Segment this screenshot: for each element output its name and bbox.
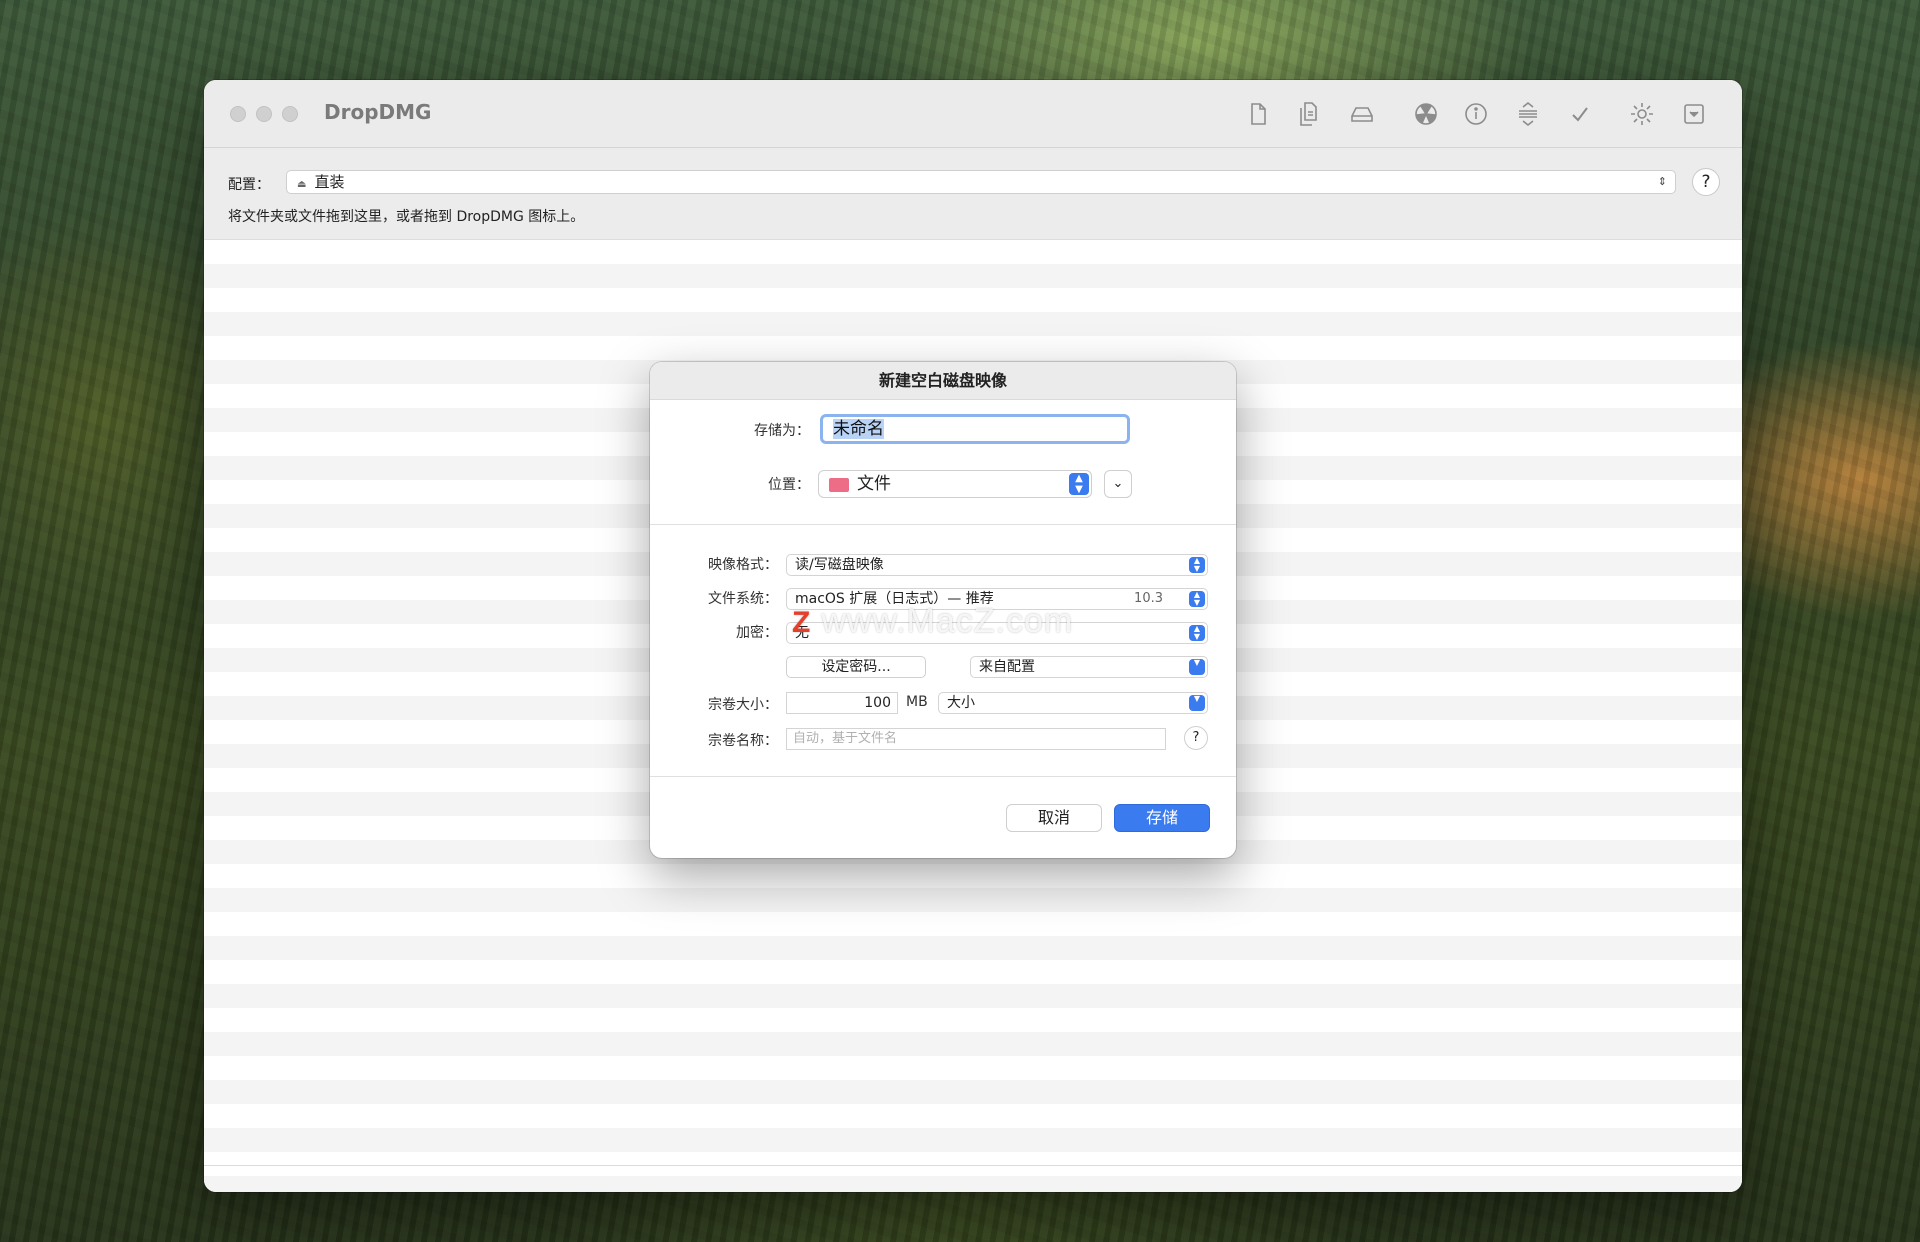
volume-name-input[interactable]: 自动，基于文件名 [786, 728, 1166, 750]
disk-icon[interactable] [1348, 100, 1376, 128]
config-help-button[interactable]: ? [1692, 168, 1720, 196]
image-format-value: 读/写磁盘映像 [795, 557, 884, 573]
set-password-button[interactable]: 设定密码... [786, 656, 926, 678]
chevron-updown-icon: ▲ ▼ [1189, 625, 1205, 641]
copy-files-icon[interactable] [1294, 100, 1322, 128]
password-source-select[interactable]: 来自配置 ▼ [970, 656, 1208, 678]
drop-hint-text: 将文件夹或文件拖到这里，或者拖到 DropDMG 图标上。 [228, 209, 585, 225]
divider [204, 1165, 1742, 1166]
new-file-icon[interactable] [1244, 100, 1272, 128]
volume-name-help-button[interactable]: ? [1184, 726, 1208, 750]
dialog-title: 新建空白磁盘映像 [878, 371, 1007, 390]
lock-icon: ⏏ [297, 179, 307, 190]
radioactive-icon[interactable] [1412, 100, 1440, 128]
section-divider [650, 776, 1236, 777]
config-select[interactable]: ⏏ 直装 ⇕ [286, 170, 1676, 194]
password-source-value: 来自配置 [979, 659, 1035, 675]
dropdown-box-icon[interactable] [1680, 100, 1708, 128]
encryption-label: 加密： [736, 625, 778, 641]
compress-icon[interactable] [1514, 100, 1542, 128]
filesystem-version: 10.3 [1134, 591, 1163, 606]
folder-icon [829, 478, 849, 492]
chevron-down-icon: ▼ [1189, 659, 1205, 675]
filesystem-label: 文件系统： [708, 591, 778, 607]
gear-icon[interactable] [1628, 100, 1656, 128]
minimize-window-button[interactable] [256, 106, 272, 122]
watermark-logo: Z [792, 606, 812, 639]
save-button[interactable]: 存储 [1114, 804, 1210, 832]
window-title: DropDMG [324, 100, 432, 124]
chevron-updown-icon: ⇕ [1657, 175, 1667, 188]
chevron-down-icon: ▼ [1189, 695, 1205, 711]
watermark: Zwww.MacZ.com [792, 602, 1073, 641]
zoom-window-button[interactable] [282, 106, 298, 122]
watermark-text: www.MacZ.com [821, 602, 1074, 640]
save-as-value: 未命名 [833, 419, 884, 439]
config-label: 配置： [228, 177, 270, 193]
close-window-button[interactable] [230, 106, 246, 122]
chevron-updown-icon: ▲ ▼ [1069, 473, 1089, 495]
checkmark-icon[interactable] [1566, 100, 1594, 128]
dialog-titlebar: 新建空白磁盘映像 [650, 362, 1236, 400]
chevron-updown-icon: ▲ ▼ [1189, 557, 1205, 573]
config-area: 配置： ⏏ 直装 ⇕ ? 将文件夹或文件拖到这里，或者拖到 DropDMG 图标上… [204, 148, 1742, 240]
location-select[interactable]: 文件 ▲ ▼ [818, 470, 1092, 498]
image-format-select[interactable]: 读/写磁盘映像 ▲ ▼ [786, 554, 1208, 576]
titlebar: DropDMG [204, 80, 1742, 148]
info-icon[interactable] [1462, 100, 1490, 128]
save-as-label: 存储为： [754, 423, 810, 439]
size-mode-select[interactable]: 大小 ▼ [938, 692, 1208, 714]
save-as-input[interactable]: 未命名 [820, 414, 1130, 444]
volume-size-label: 宗卷大小： [708, 697, 778, 713]
image-format-label: 映像格式： [708, 557, 778, 573]
chevron-updown-icon: ▲ ▼ [1189, 591, 1205, 607]
volume-size-input[interactable]: 100 [786, 692, 898, 714]
new-blank-image-dialog: 新建空白磁盘映像 存储为： 未命名 位置： 文件 ▲ ▼ ⌄ 映像格式： 读/写磁… [650, 362, 1236, 858]
volume-size-unit: MB [906, 694, 928, 710]
location-value: 文件 [857, 474, 891, 494]
volume-name-label: 宗卷名称： [708, 733, 778, 749]
section-divider [650, 524, 1236, 525]
location-label: 位置： [768, 477, 810, 493]
cancel-button[interactable]: 取消 [1006, 804, 1102, 832]
size-mode-value: 大小 [947, 695, 975, 711]
config-selected-value: 直装 [314, 173, 345, 191]
expand-location-button[interactable]: ⌄ [1104, 470, 1132, 498]
